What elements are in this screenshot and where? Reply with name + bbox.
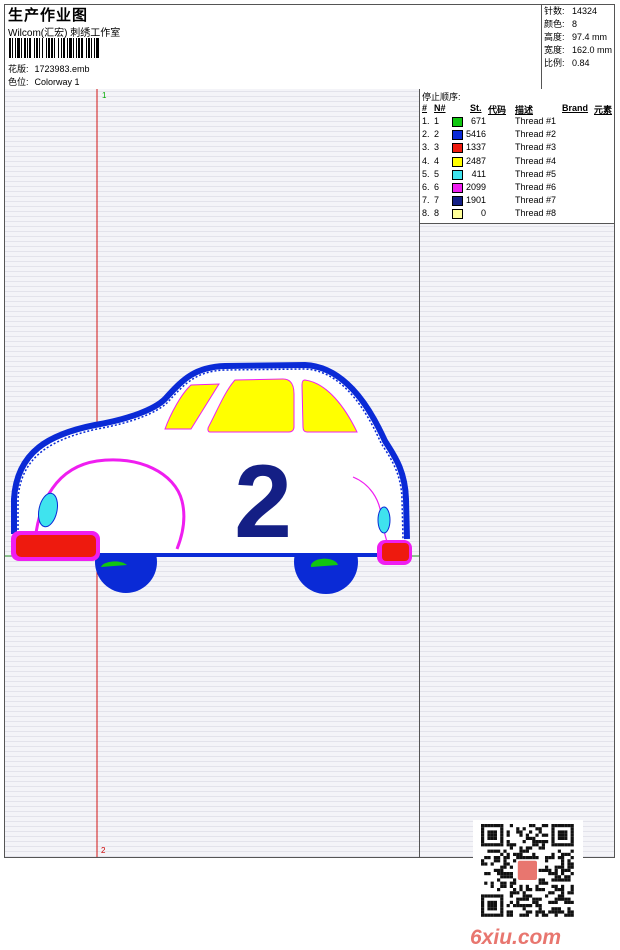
thread-color-swatch bbox=[452, 156, 463, 167]
row-description: Thread #7 bbox=[515, 195, 557, 206]
design-stats-panel: 针数: 14324 颜色: 8 高度: 97.4 mm 宽度: 162.0 mm 比例:… bbox=[541, 5, 615, 89]
col-description: 描述 bbox=[515, 105, 534, 115]
worksheet-subtitle: Wilcom(汇宏) 刺绣工作室 bbox=[8, 28, 121, 39]
table-row: 8. 8 0 Thread #8 bbox=[422, 208, 612, 221]
stat-scale: 比例: 0.84 bbox=[544, 58, 590, 68]
stop-sequence-table: 停止顺序: # N# St. 代码 描述 Brand 元素 1. 1 671 Thre… bbox=[420, 89, 614, 224]
row-stitches: 1901 bbox=[466, 195, 487, 206]
row-index: 3. bbox=[422, 142, 430, 153]
front-lamp bbox=[377, 506, 391, 534]
col-needle: N# bbox=[434, 103, 446, 113]
stat-height: 高度: 97.4 mm bbox=[544, 32, 608, 42]
row-description: Thread #3 bbox=[515, 142, 557, 153]
row-index: 4. bbox=[422, 155, 430, 166]
row-stitches: 5416 bbox=[466, 129, 487, 140]
thread-color-swatch bbox=[452, 169, 463, 180]
table-row: 7. 7 1901 Thread #7 bbox=[422, 195, 612, 208]
table-row: 3. 3 1337 Thread #3 bbox=[422, 142, 612, 155]
sidebar-blank-area: 6xiu.com bbox=[420, 224, 614, 949]
colorway-line: 色位: Colorway 1 bbox=[8, 75, 80, 88]
col-brand: Brand bbox=[562, 103, 589, 113]
thread-color-swatch bbox=[452, 143, 463, 154]
row-needle: 6 bbox=[434, 182, 440, 192]
col-index: # bbox=[422, 103, 428, 113]
stat-width: 宽度: 162.0 mm bbox=[544, 45, 613, 55]
row-stitches: 411 bbox=[471, 168, 486, 179]
thread-sidebar: 停止顺序: # N# St. 代码 描述 Brand 元素 1. 1 671 Thre… bbox=[420, 89, 614, 949]
design-file-line: 花版: 1723983.emb bbox=[8, 62, 90, 75]
row-stitches: 0 bbox=[480, 208, 486, 219]
stat-colors: 颜色: 8 bbox=[544, 19, 578, 29]
end-marker: 2 bbox=[101, 846, 106, 855]
watermark-logo: 6xiu.com bbox=[470, 926, 562, 949]
rear-bumper bbox=[16, 535, 96, 557]
col-code: 代码 bbox=[488, 105, 507, 115]
barcode bbox=[9, 38, 99, 58]
row-index: 5. bbox=[422, 168, 430, 179]
row-index: 7. bbox=[422, 195, 430, 206]
car-number: 2 bbox=[234, 444, 292, 560]
design-canvas: 2 1 2 bbox=[5, 89, 420, 857]
row-stitches: 1337 bbox=[466, 142, 487, 153]
embroidery-design: 2 bbox=[5, 89, 419, 857]
row-needle: 2 bbox=[434, 129, 440, 140]
row-stitches: 671 bbox=[470, 116, 486, 126]
design-file-label: 花版: bbox=[8, 64, 29, 74]
row-description: Thread #1 bbox=[515, 116, 557, 126]
col-element: 元素 bbox=[594, 105, 613, 115]
row-description: Thread #8 bbox=[515, 208, 557, 219]
row-index: 1. bbox=[422, 116, 430, 126]
row-needle: 4 bbox=[434, 155, 440, 166]
row-needle: 1 bbox=[434, 116, 440, 126]
start-marker: 1 bbox=[102, 91, 107, 100]
front-bumper bbox=[382, 543, 409, 561]
stat-stitches: 针数: 14324 bbox=[544, 6, 598, 16]
table-row: 2. 2 5416 Thread #2 bbox=[422, 129, 612, 142]
row-description: Thread #2 bbox=[515, 129, 557, 140]
row-description: Thread #4 bbox=[515, 155, 557, 166]
row-index: 6. bbox=[422, 182, 430, 192]
thread-color-swatch bbox=[452, 209, 463, 220]
row-index: 2. bbox=[422, 129, 430, 140]
row-stitches: 2487 bbox=[466, 155, 487, 166]
thread-color-swatch bbox=[452, 183, 463, 193]
production-worksheet: 生产作业图 Wilcom(汇宏) 刺绣工作室 花版: 1723983.emb 色… bbox=[4, 4, 615, 949]
stop-sequence-label: 停止顺序: bbox=[422, 92, 461, 102]
worksheet-header: 生产作业图 Wilcom(汇宏) 刺绣工作室 花版: 1723983.emb 色… bbox=[5, 5, 614, 90]
thread-color-swatch bbox=[452, 130, 463, 141]
row-needle: 3 bbox=[434, 142, 440, 153]
row-description: Thread #5 bbox=[515, 168, 557, 179]
colorway-label: 色位: bbox=[8, 77, 29, 87]
row-index: 8. bbox=[422, 208, 430, 219]
col-stitches: St. bbox=[470, 103, 482, 113]
thread-color-swatch bbox=[452, 117, 463, 127]
thread-color-swatch bbox=[452, 196, 463, 207]
table-row: 5. 5 411 Thread #5 bbox=[422, 169, 612, 182]
qr-code bbox=[473, 820, 583, 920]
row-needle: 8 bbox=[434, 208, 440, 219]
table-row: 6. 6 2099 Thread #6 bbox=[422, 182, 612, 195]
row-stitches: 2099 bbox=[466, 182, 487, 192]
colorway-value: Colorway 1 bbox=[34, 77, 80, 87]
table-row: 1. 1 671 Thread #1 bbox=[422, 116, 612, 129]
row-needle: 5 bbox=[434, 168, 440, 179]
row-needle: 7 bbox=[434, 195, 440, 206]
worksheet-title: 生产作业图 bbox=[8, 7, 89, 24]
row-description: Thread #6 bbox=[515, 182, 557, 192]
design-file-value: 1723983.emb bbox=[34, 64, 90, 74]
table-row: 4. 4 2487 Thread #4 bbox=[422, 156, 612, 169]
